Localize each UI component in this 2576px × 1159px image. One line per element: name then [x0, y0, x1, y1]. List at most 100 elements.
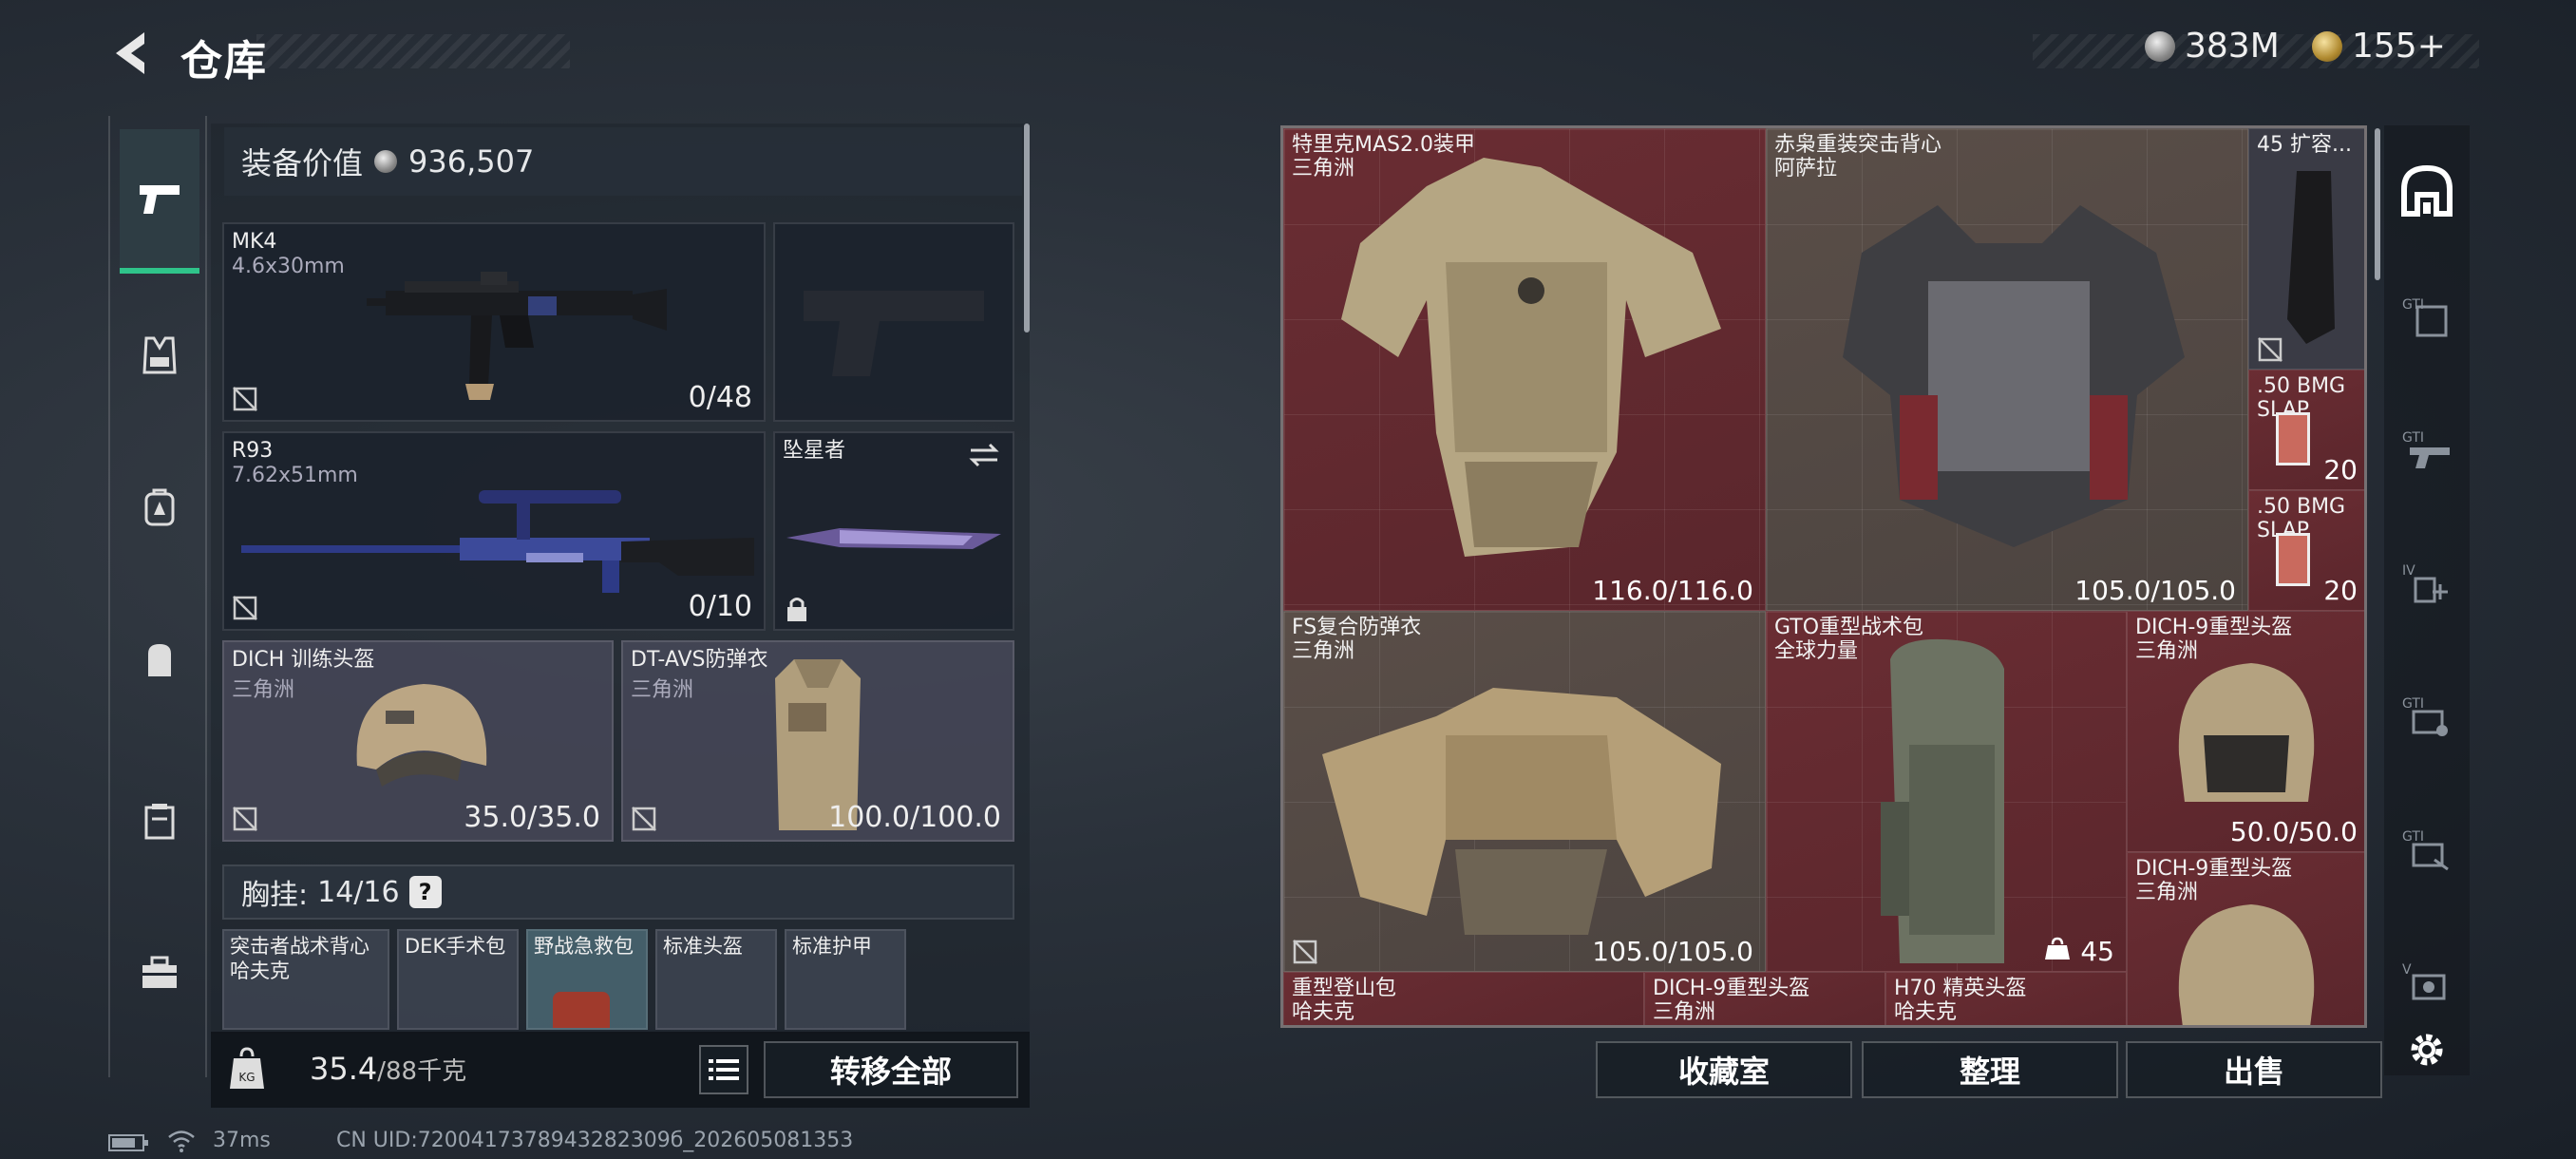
stash-item-name: FS复合防弹衣 [1292, 616, 1422, 639]
storage-medical-icon: IV [2402, 563, 2448, 603]
stash-item[interactable]: FS复合防弹衣 三角洲 105.0/105.0 [1283, 611, 1766, 972]
equipment-value-label: 装备价值 [241, 145, 364, 181]
svg-text:GTI: GTI [2402, 430, 2424, 446]
stash-item[interactable]: GTO重型战术包 全球力量 45 [1766, 611, 2127, 972]
currency-silver-value: 383M [2185, 27, 2280, 66]
weight-small-icon [2045, 937, 2070, 960]
chest-item[interactable]: 突击者战术背心 哈夫克 [222, 929, 389, 1030]
stash-item[interactable]: DICH-9重型头盔 三角洲 50.0/50.0 [2127, 611, 2364, 852]
chest-item-name: 标准护甲 [792, 935, 872, 958]
help-icon[interactable]: ? [408, 876, 442, 908]
weight-max: /88千克 [377, 1057, 467, 1086]
helmet-slot[interactable]: DICH 训练头盔 三角洲 35.0/35.0 [222, 640, 614, 842]
stash-item-value: 116.0/116.0 [1592, 575, 1753, 606]
backpack-icon [1881, 638, 2004, 963]
weapon-caliber: 4.6x30mm [232, 255, 345, 278]
back-arrow-icon[interactable] [106, 28, 156, 78]
stash-tab-4[interactable]: GTI [2394, 684, 2460, 750]
chest-item-name: 标准头盔 [663, 935, 743, 958]
stash-scrollbar[interactable] [2375, 128, 2380, 280]
chest-rig-label: 胸挂: [241, 879, 309, 912]
helmet-brand: 三角洲 [232, 678, 295, 702]
storage-tier-icon: GTI [2402, 297, 2448, 337]
page-title: 仓库 [180, 37, 268, 86]
armor-brand: 三角洲 [631, 678, 694, 702]
melee-name: 坠星者 [783, 439, 846, 463]
armor-icon [1341, 158, 1721, 557]
stash-item-brand: 全球力量 [1774, 639, 1859, 663]
equipment-value: 装备价值 936,507 [224, 127, 1022, 196]
stash-item-count: 20 [2323, 575, 2358, 606]
storage-gear-icon: GTI [2402, 696, 2448, 736]
swap-icon[interactable] [967, 441, 1001, 469]
transfer-all-button[interactable]: 转移全部 [764, 1041, 1018, 1098]
stash-tab-2[interactable]: GTI [2394, 418, 2460, 484]
nav-vest[interactable] [120, 315, 199, 395]
nav-case[interactable] [120, 781, 199, 861]
no-trade-icon [233, 596, 257, 620]
chest-item[interactable]: 标准护甲 [785, 929, 906, 1030]
settings-button[interactable] [2394, 1016, 2460, 1083]
rifle-icon [367, 272, 667, 400]
list-view-button[interactable] [699, 1045, 748, 1094]
weight-current: 35.4 [310, 1051, 378, 1087]
stash-item[interactable]: 赤枭重装突击背心 阿萨拉 105.0/105.0 [1766, 128, 2248, 611]
collection-room-button[interactable]: 收藏室 [1596, 1041, 1852, 1098]
currency-gold[interactable]: 155+ [2312, 27, 2446, 66]
secondary-weapon-slot[interactable] [773, 222, 1014, 422]
left-nav [108, 116, 207, 1077]
nav-backpack[interactable] [120, 467, 199, 547]
stash-tab-all[interactable] [2394, 158, 2460, 224]
chest-rig-header: 胸挂: 14/16 ? [222, 864, 1014, 920]
case-icon [144, 804, 175, 840]
stash-tab-3[interactable]: IV [2394, 551, 2460, 618]
body-armor-icon [1322, 688, 1721, 935]
nav-toolbox[interactable] [120, 933, 199, 1013]
stash-item[interactable]: DICH-9重型头盔 三角洲 [1644, 972, 1885, 1025]
stash-item-name: .50 BMG [2257, 374, 2346, 398]
nav-bag[interactable] [120, 619, 199, 699]
helmet-icon [356, 684, 487, 787]
chest-item[interactable]: DEK手术包 [397, 929, 519, 1030]
chest-rig-capacity: 14/16 [317, 875, 400, 909]
sort-button[interactable]: 整理 [1862, 1041, 2118, 1098]
stash-tab-1[interactable]: GTI [2394, 285, 2460, 352]
svg-text:GTI: GTI [2402, 696, 2424, 712]
stash-tab-5[interactable]: GTI [2394, 817, 2460, 884]
svg-text:GTI: GTI [2402, 297, 2424, 313]
stash-item-name: 赤枭重装突击背心 [1774, 133, 1942, 157]
stash-item-name: DICH-9重型头盔 [2135, 616, 2293, 639]
stash-item[interactable]: 45 扩容... [2248, 128, 2364, 370]
armor-slot[interactable]: DT-AVS防弹衣 三角洲 100.0/100.0 [621, 640, 1014, 842]
stash-item-value: 45 [2080, 936, 2114, 967]
chest-item[interactable]: 野战急救包 [526, 929, 648, 1030]
melee-slot[interactable]: 坠星者 [773, 431, 1014, 631]
loadout-scrollbar[interactable] [1024, 124, 1030, 332]
knife-icon [786, 528, 1001, 549]
stash-item[interactable]: .50 BMG SLAP 20 [2248, 490, 2364, 611]
currency-silver[interactable]: 383M [2145, 27, 2280, 66]
ammo-box-icon [2276, 533, 2310, 586]
list-icon [709, 1059, 739, 1080]
battery-icon [108, 1134, 148, 1151]
chest-item[interactable]: 标准头盔 [655, 929, 777, 1030]
primary-weapon-slot[interactable]: MK4 4.6x30mm 0/48 [222, 222, 766, 422]
stash-item[interactable]: 特里克MAS2.0装甲 三角洲 116.0/116.0 [1283, 128, 1766, 611]
stash-item-name: .50 BMG [2257, 495, 2346, 519]
stash-item[interactable]: DICH-9重型头盔 三角洲 [2127, 852, 2364, 1025]
stash-grid: 特里克MAS2.0装甲 三角洲 116.0/116.0 赤枭重装突击背心 阿萨拉… [1280, 125, 2367, 1028]
vest-icon [142, 336, 177, 374]
weight-icon: KG [230, 1047, 264, 1089]
stash-item[interactable]: H70 精英头盔 哈夫克 [1885, 972, 2127, 1025]
helmet-icon [2178, 663, 2315, 802]
uid-readout: CN UID:7200417378943282309б_202605081353 [336, 1129, 854, 1152]
stash-item[interactable]: .50 BMG SLAP 20 [2248, 370, 2364, 490]
nav-weapons[interactable] [120, 129, 199, 274]
stash-item-brand: 哈夫克 [1292, 1000, 1355, 1024]
stash-item[interactable]: 重型登山包 哈夫克 [1283, 972, 1644, 1025]
pistol-placeholder-icon [804, 291, 984, 376]
sell-button[interactable]: 出售 [2126, 1041, 2382, 1098]
sniper-weapon-slot[interactable]: R93 7.62x51mm 0/10 [222, 431, 766, 631]
stash-tab-6[interactable]: V [2394, 950, 2460, 1016]
no-trade-icon [632, 807, 656, 831]
